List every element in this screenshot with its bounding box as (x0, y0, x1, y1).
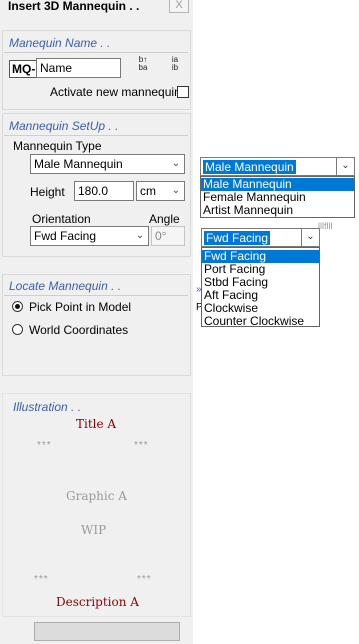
height-label: Height (30, 185, 65, 199)
locate-section: Locate Mannequin . . Pick Point in Model… (2, 274, 191, 376)
setup-section-title: Mannequin SetUp . . (9, 119, 119, 133)
sort-ascending-button[interactable]: b↑ ba (130, 56, 156, 80)
chevron-down-icon: ⌄ (336, 158, 354, 175)
close-button[interactable]: X (169, 0, 189, 13)
orientation-option[interactable]: Counter Clockwise (202, 315, 319, 328)
radio-world-coordinates[interactable] (12, 324, 23, 335)
divider (4, 295, 188, 296)
activate-label: Activate new mannequin (50, 85, 181, 99)
partial-text-fragment: lllflll (318, 221, 333, 231)
star-mark-top-left: *** (37, 440, 52, 451)
angle-label: Angle (149, 212, 180, 226)
angle-input: 0° (151, 226, 185, 246)
orientation-dropdown-combo[interactable]: Fwd Facing ⌄ (201, 228, 320, 247)
star-mark-bottom-right: *** (137, 574, 152, 585)
world-coordinates-label: World Coordinates (29, 323, 129, 337)
illustration-section-title: Illustration . . (13, 400, 82, 414)
illustration-section: Illustration . . Title A *** *** Graphic… (2, 393, 191, 617)
chevron-down-icon: ⌄ (301, 229, 319, 246)
unit-combo[interactable]: cm ⌄ (136, 181, 185, 201)
illustration-title: Title A (76, 417, 117, 431)
type-dropdown: Male Mannequin ⌄ Male Mannequin Female M… (200, 157, 355, 219)
star-mark-bottom-left: *** (34, 574, 49, 585)
chevron-down-icon: ⌄ (171, 158, 181, 169)
type-dropdown-combo[interactable]: Male Mannequin ⌄ (200, 157, 355, 176)
orientation-combo[interactable]: Fwd Facing ⌄ (30, 226, 149, 246)
title-bar: Insert 3D Mannequin . . X (0, 0, 193, 14)
star-mark-top-right: *** (134, 440, 149, 451)
radio-pick-point[interactable] (12, 301, 23, 312)
name-section-title: Manequin Name . . (9, 36, 111, 50)
name-section: Manequin Name . . MQ- Name b↑ ba ia ib A… (2, 30, 191, 110)
sort-ascending-icon: b↑ ba (138, 55, 148, 72)
mannequin-panel: Insert 3D Mannequin . . X Manequin Name … (0, 0, 193, 644)
orientation-label: Orientation (32, 212, 91, 226)
pick-point-label: Pick Point in Model (29, 300, 132, 314)
sort-descending-button[interactable]: ia ib (162, 56, 188, 80)
orientation-dropdown-list: Fwd Facing Port Facing Stbd Facing Aft F… (201, 247, 320, 328)
type-combo[interactable]: Male Mannequin ⌄ (30, 154, 185, 174)
wip-label: WIP (81, 523, 107, 537)
bottom-action-button[interactable] (34, 622, 180, 641)
divider (4, 135, 188, 136)
mq-prefix-label: MQ- (9, 60, 39, 78)
mannequin-name-input[interactable]: Name (36, 58, 121, 78)
divider (4, 52, 188, 53)
illustration-description: Description A (56, 595, 139, 609)
type-dropdown-list: Male Mannequin Female Mannequin Artist M… (200, 176, 355, 218)
close-icon: X (175, 0, 183, 11)
sort-descending-icon: ia ib (171, 55, 179, 72)
graphic-placeholder: Graphic A (66, 489, 127, 503)
height-input[interactable]: 180.0 (74, 181, 134, 201)
type-option[interactable]: Artist Mannequin (201, 204, 354, 217)
chevron-down-icon: ⌄ (171, 185, 181, 196)
window-title: Insert 3D Mannequin . . (8, 0, 140, 13)
type-label: Mannequin Type (13, 139, 102, 153)
activate-checkbox[interactable] (177, 86, 189, 98)
setup-section: Mannequin SetUp . . Mannequin Type Male … (2, 113, 191, 257)
chevron-down-icon: ⌄ (135, 230, 145, 241)
locate-section-title: Locate Mannequin . . (9, 279, 122, 293)
orientation-dropdown: Fwd Facing ⌄ Fwd Facing Port Facing Stbd… (201, 228, 320, 328)
